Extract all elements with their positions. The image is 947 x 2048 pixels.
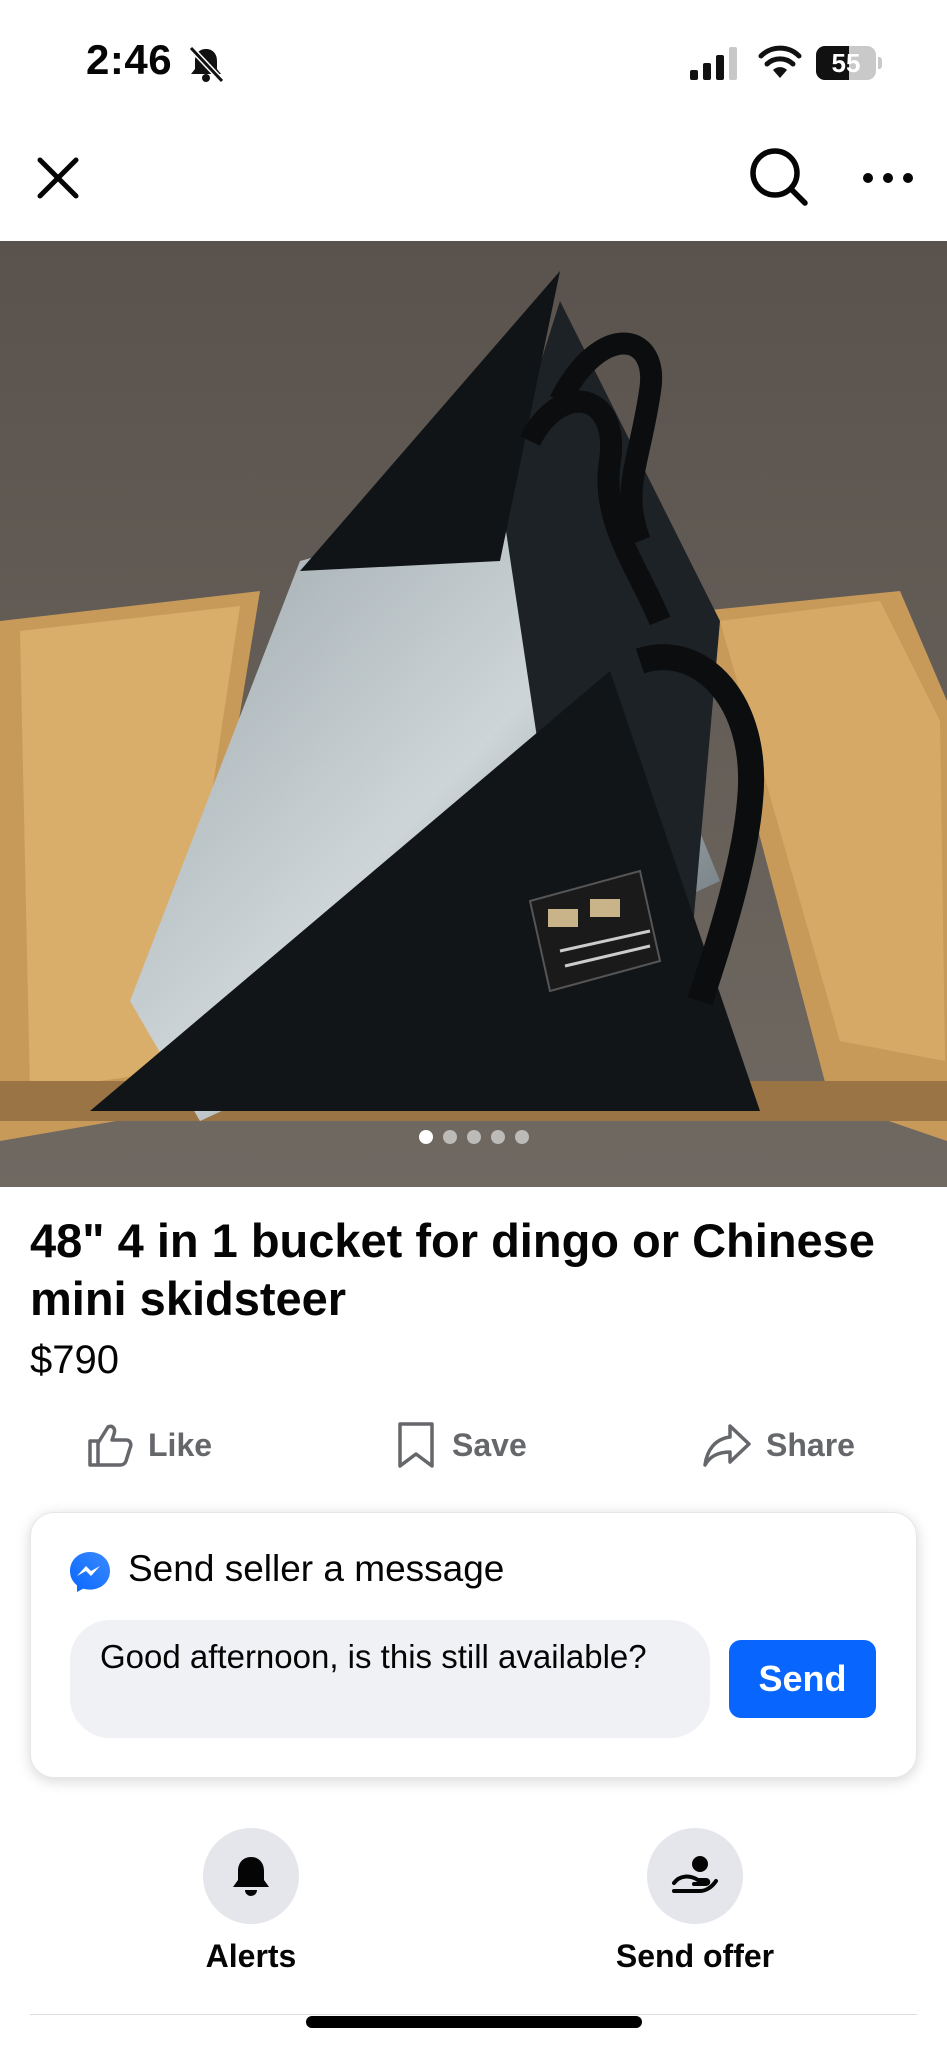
cellular-signal-icon [690,47,737,80]
share-button[interactable]: Share [702,1412,855,1478]
close-icon[interactable] [30,150,86,206]
like-button[interactable]: Like [86,1412,212,1478]
home-indicator[interactable] [306,2016,642,2028]
pagination-dot[interactable] [442,1130,457,1144]
share-arrow-icon [703,1424,751,1467]
save-label: Save [452,1426,527,1463]
status-time: 2:46 [86,36,173,83]
battery-icon: 55 [816,46,882,80]
message-input[interactable]: Good afternoon, is this still available? [70,1620,710,1738]
listing-title: 48" 4 in 1 bucket for dingo or Chinese m… [30,1214,875,1325]
divider [30,2014,917,2015]
save-button[interactable]: Save [394,1412,527,1478]
messenger-icon [70,1552,110,1592]
battery-level: 55 [831,48,861,78]
like-label: Like [148,1426,213,1463]
send-offer-label[interactable]: Send offer [594,1938,796,1975]
photo-pagination[interactable] [0,1130,947,1150]
pagination-dot[interactable] [490,1130,505,1144]
bucket-photo-image [0,241,947,1187]
bell-icon [233,1857,269,1896]
bookmark-icon [398,1422,434,1468]
search-icon[interactable] [748,146,810,208]
send-button[interactable]: Send [729,1640,876,1718]
alerts-button[interactable] [203,1828,299,1924]
wifi-icon [758,45,802,78]
thumbs-up-icon [88,1424,133,1467]
offer-hand-icon [672,1856,718,1893]
listing-photo[interactable] [0,241,947,1187]
listing-price: $790 [30,1338,119,1382]
pagination-dot[interactable] [514,1130,529,1144]
bell-off-icon [188,45,225,84]
share-label: Share [766,1426,855,1463]
more-icon[interactable] [862,158,914,198]
message-card-title: Send seller a message [128,1548,505,1589]
pagination-dot[interactable] [466,1130,481,1144]
alerts-label[interactable]: Alerts [150,1938,352,1975]
send-offer-button[interactable] [647,1828,743,1924]
pagination-dot[interactable] [418,1130,433,1144]
